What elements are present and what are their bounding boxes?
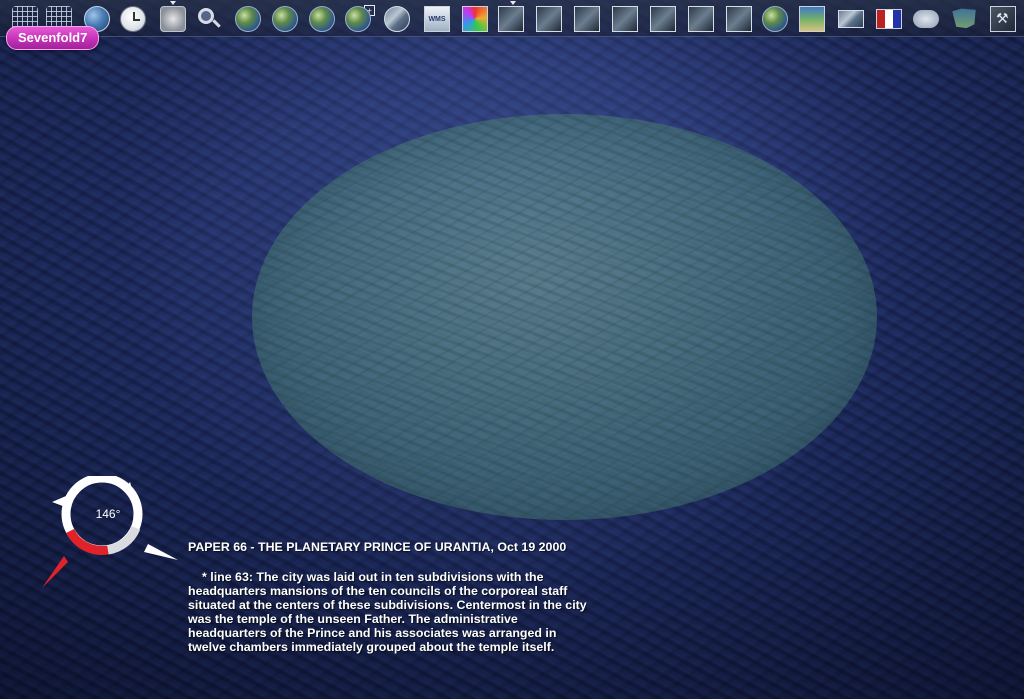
earth-icon[interactable] xyxy=(235,6,261,32)
world-map-icon[interactable] xyxy=(799,6,825,32)
satellite-image-icon[interactable] xyxy=(384,6,410,32)
earth-icon[interactable] xyxy=(345,6,371,32)
image-layer-icon[interactable] xyxy=(726,6,752,32)
cloud-icon[interactable] xyxy=(913,10,939,28)
compass-tick-se-icon xyxy=(144,544,178,560)
description-body: * line 63: The city was laid out in ten … xyxy=(188,570,587,654)
color-map-icon[interactable] xyxy=(462,6,488,32)
image-layer-icon[interactable] xyxy=(574,6,600,32)
dropdown-marker-icon xyxy=(510,1,516,5)
flags-icon[interactable] xyxy=(876,9,902,29)
image-layer-icon[interactable] xyxy=(688,6,714,32)
image-layer-icon[interactable] xyxy=(612,6,638,32)
compass-heading-value: 146° xyxy=(95,507,121,521)
earth-icon[interactable] xyxy=(309,6,335,32)
image-layer-icon[interactable] xyxy=(498,6,524,32)
magnifier-icon[interactable] xyxy=(198,8,214,24)
layer-toolbar: + WMS xyxy=(0,0,1024,37)
dropdown-marker-icon xyxy=(170,1,176,5)
compass-needle-icon xyxy=(42,556,68,588)
placemark-description: PAPER 66 - THE PLANETARY PRINCE OF URANT… xyxy=(188,540,588,654)
earth-icon[interactable] xyxy=(272,6,298,32)
image-layer-icon[interactable] xyxy=(650,6,676,32)
usa-map-icon[interactable] xyxy=(952,8,976,29)
compass-tick-nw-icon xyxy=(52,496,68,508)
wms-icon[interactable]: WMS xyxy=(424,6,450,32)
globe-viewport[interactable]: + WMS Sevenfold7 146° PAPER 66 - xyxy=(0,0,1024,699)
tools-icon[interactable] xyxy=(990,6,1016,32)
placemark-area[interactable] xyxy=(252,114,877,520)
image-layer-icon[interactable] xyxy=(536,6,562,32)
photos-icon[interactable] xyxy=(838,10,864,28)
compass-tool-icon[interactable] xyxy=(160,6,186,32)
layer-name-badge[interactable]: Sevenfold7 xyxy=(6,26,100,50)
compass-widget[interactable] xyxy=(38,476,178,596)
moon-globe-icon[interactable] xyxy=(762,6,788,32)
clock-icon[interactable] xyxy=(120,6,146,32)
compass-heading-arc xyxy=(66,528,109,555)
description-title: PAPER 66 - THE PLANETARY PRINCE OF URANT… xyxy=(188,540,567,554)
